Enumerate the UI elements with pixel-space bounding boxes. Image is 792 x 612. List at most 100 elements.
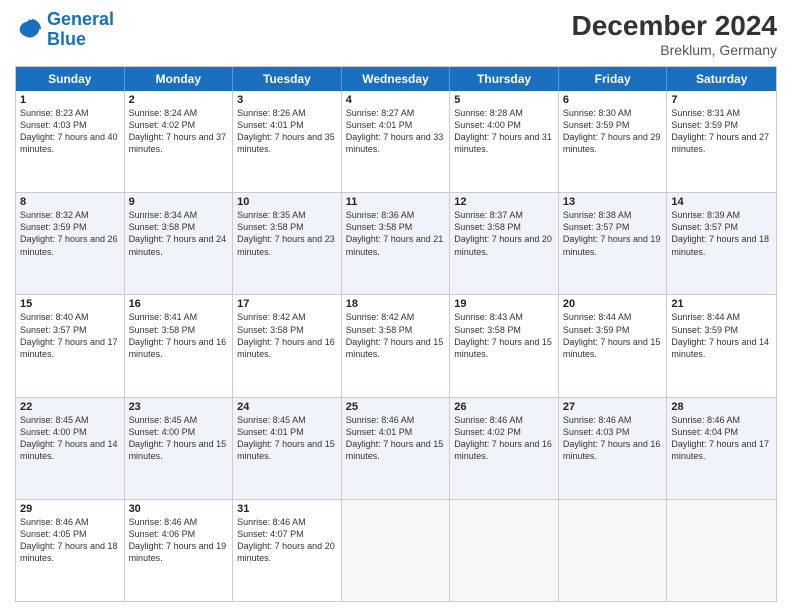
header-sunday: Sunday <box>16 67 125 91</box>
cell-1-tue: 3 Sunrise: 8:26 AM Sunset: 4:01 PM Dayli… <box>233 91 342 192</box>
cell-info: Sunrise: 8:23 AM Sunset: 4:03 PM Dayligh… <box>20 107 120 156</box>
day-num: 29 <box>20 503 120 515</box>
day-num: 10 <box>237 196 337 208</box>
cell-5-fri-empty <box>559 500 668 601</box>
header-saturday: Saturday <box>667 67 776 91</box>
cell-4-thu: 26 Sunrise: 8:46 AM Sunset: 4:02 PM Dayl… <box>450 398 559 499</box>
day-num: 5 <box>454 94 554 106</box>
cell-info: Sunrise: 8:38 AM Sunset: 3:57 PM Dayligh… <box>563 209 663 258</box>
cell-4-sat: 28 Sunrise: 8:46 AM Sunset: 4:04 PM Dayl… <box>667 398 776 499</box>
day-num: 4 <box>346 94 446 106</box>
day-num: 6 <box>563 94 663 106</box>
cell-5-sun: 29 Sunrise: 8:46 AM Sunset: 4:05 PM Dayl… <box>16 500 125 601</box>
cell-2-fri: 13 Sunrise: 8:38 AM Sunset: 3:57 PM Dayl… <box>559 193 668 294</box>
header-wednesday: Wednesday <box>342 67 451 91</box>
cell-3-wed: 18 Sunrise: 8:42 AM Sunset: 3:58 PM Dayl… <box>342 295 451 396</box>
cell-1-wed: 4 Sunrise: 8:27 AM Sunset: 4:01 PM Dayli… <box>342 91 451 192</box>
logo-line1: General <box>47 9 114 29</box>
cell-1-thu: 5 Sunrise: 8:28 AM Sunset: 4:00 PM Dayli… <box>450 91 559 192</box>
header-tuesday: Tuesday <box>233 67 342 91</box>
cell-3-mon: 16 Sunrise: 8:41 AM Sunset: 3:58 PM Dayl… <box>125 295 234 396</box>
day-num: 20 <box>563 298 663 310</box>
cell-4-tue: 24 Sunrise: 8:45 AM Sunset: 4:01 PM Dayl… <box>233 398 342 499</box>
cell-info: Sunrise: 8:42 AM Sunset: 3:58 PM Dayligh… <box>346 311 446 360</box>
calendar: Sunday Monday Tuesday Wednesday Thursday… <box>15 66 777 602</box>
day-num: 11 <box>346 196 446 208</box>
cell-3-fri: 20 Sunrise: 8:44 AM Sunset: 3:59 PM Dayl… <box>559 295 668 396</box>
cell-2-mon: 9 Sunrise: 8:34 AM Sunset: 3:58 PM Dayli… <box>125 193 234 294</box>
cell-info: Sunrise: 8:35 AM Sunset: 3:58 PM Dayligh… <box>237 209 337 258</box>
subtitle: Breklum, Germany <box>572 42 777 58</box>
day-num: 8 <box>20 196 120 208</box>
cell-info: Sunrise: 8:45 AM Sunset: 4:00 PM Dayligh… <box>129 414 229 463</box>
day-num: 25 <box>346 401 446 413</box>
cell-2-wed: 11 Sunrise: 8:36 AM Sunset: 3:58 PM Dayl… <box>342 193 451 294</box>
cell-info: Sunrise: 8:44 AM Sunset: 3:59 PM Dayligh… <box>563 311 663 360</box>
day-num: 15 <box>20 298 120 310</box>
cell-1-sat: 7 Sunrise: 8:31 AM Sunset: 3:59 PM Dayli… <box>667 91 776 192</box>
week-row-2: 8 Sunrise: 8:32 AM Sunset: 3:59 PM Dayli… <box>16 193 776 295</box>
cell-info: Sunrise: 8:27 AM Sunset: 4:01 PM Dayligh… <box>346 107 446 156</box>
cell-info: Sunrise: 8:28 AM Sunset: 4:00 PM Dayligh… <box>454 107 554 156</box>
day-num: 18 <box>346 298 446 310</box>
calendar-header: Sunday Monday Tuesday Wednesday Thursday… <box>16 67 776 91</box>
week-row-1: 1 Sunrise: 8:23 AM Sunset: 4:03 PM Dayli… <box>16 91 776 193</box>
cell-4-sun: 22 Sunrise: 8:45 AM Sunset: 4:00 PM Dayl… <box>16 398 125 499</box>
calendar-body: 1 Sunrise: 8:23 AM Sunset: 4:03 PM Dayli… <box>16 91 776 601</box>
cell-3-sat: 21 Sunrise: 8:44 AM Sunset: 3:59 PM Dayl… <box>667 295 776 396</box>
day-num: 3 <box>237 94 337 106</box>
cell-info: Sunrise: 8:32 AM Sunset: 3:59 PM Dayligh… <box>20 209 120 258</box>
cell-info: Sunrise: 8:36 AM Sunset: 3:58 PM Dayligh… <box>346 209 446 258</box>
cell-5-thu-empty <box>450 500 559 601</box>
day-num: 19 <box>454 298 554 310</box>
day-num: 24 <box>237 401 337 413</box>
day-num: 23 <box>129 401 229 413</box>
day-num: 1 <box>20 94 120 106</box>
cell-5-sat-empty <box>667 500 776 601</box>
day-num: 12 <box>454 196 554 208</box>
cell-info: Sunrise: 8:40 AM Sunset: 3:57 PM Dayligh… <box>20 311 120 360</box>
cell-1-fri: 6 Sunrise: 8:30 AM Sunset: 3:59 PM Dayli… <box>559 91 668 192</box>
page: General Blue December 2024 Breklum, Germ… <box>0 0 792 612</box>
cell-info: Sunrise: 8:31 AM Sunset: 3:59 PM Dayligh… <box>671 107 772 156</box>
logo: General Blue <box>15 10 114 50</box>
cell-info: Sunrise: 8:41 AM Sunset: 3:58 PM Dayligh… <box>129 311 229 360</box>
cell-info: Sunrise: 8:44 AM Sunset: 3:59 PM Dayligh… <box>671 311 772 360</box>
cell-info: Sunrise: 8:42 AM Sunset: 3:58 PM Dayligh… <box>237 311 337 360</box>
cell-info: Sunrise: 8:46 AM Sunset: 4:01 PM Dayligh… <box>346 414 446 463</box>
cell-info: Sunrise: 8:30 AM Sunset: 3:59 PM Dayligh… <box>563 107 663 156</box>
header-friday: Friday <box>559 67 668 91</box>
week-row-3: 15 Sunrise: 8:40 AM Sunset: 3:57 PM Dayl… <box>16 295 776 397</box>
logo-line2: Blue <box>47 29 86 49</box>
day-num: 21 <box>671 298 772 310</box>
day-num: 17 <box>237 298 337 310</box>
day-num: 30 <box>129 503 229 515</box>
cell-info: Sunrise: 8:46 AM Sunset: 4:07 PM Dayligh… <box>237 516 337 565</box>
header: General Blue December 2024 Breklum, Germ… <box>15 10 777 58</box>
cell-3-sun: 15 Sunrise: 8:40 AM Sunset: 3:57 PM Dayl… <box>16 295 125 396</box>
week-row-5: 29 Sunrise: 8:46 AM Sunset: 4:05 PM Dayl… <box>16 500 776 601</box>
cell-info: Sunrise: 8:34 AM Sunset: 3:58 PM Dayligh… <box>129 209 229 258</box>
cell-info: Sunrise: 8:46 AM Sunset: 4:05 PM Dayligh… <box>20 516 120 565</box>
cell-info: Sunrise: 8:46 AM Sunset: 4:06 PM Dayligh… <box>129 516 229 565</box>
cell-2-sat: 14 Sunrise: 8:39 AM Sunset: 3:57 PM Dayl… <box>667 193 776 294</box>
week-row-4: 22 Sunrise: 8:45 AM Sunset: 4:00 PM Dayl… <box>16 398 776 500</box>
day-num: 16 <box>129 298 229 310</box>
day-num: 13 <box>563 196 663 208</box>
cell-info: Sunrise: 8:26 AM Sunset: 4:01 PM Dayligh… <box>237 107 337 156</box>
cell-info: Sunrise: 8:46 AM Sunset: 4:03 PM Dayligh… <box>563 414 663 463</box>
title-block: December 2024 Breklum, Germany <box>572 10 777 58</box>
day-num: 31 <box>237 503 337 515</box>
cell-2-sun: 8 Sunrise: 8:32 AM Sunset: 3:59 PM Dayli… <box>16 193 125 294</box>
day-num: 7 <box>671 94 772 106</box>
day-num: 26 <box>454 401 554 413</box>
day-num: 22 <box>20 401 120 413</box>
cell-3-tue: 17 Sunrise: 8:42 AM Sunset: 3:58 PM Dayl… <box>233 295 342 396</box>
cell-info: Sunrise: 8:45 AM Sunset: 4:01 PM Dayligh… <box>237 414 337 463</box>
cell-info: Sunrise: 8:46 AM Sunset: 4:02 PM Dayligh… <box>454 414 554 463</box>
cell-4-wed: 25 Sunrise: 8:46 AM Sunset: 4:01 PM Dayl… <box>342 398 451 499</box>
cell-4-fri: 27 Sunrise: 8:46 AM Sunset: 4:03 PM Dayl… <box>559 398 668 499</box>
cell-3-thu: 19 Sunrise: 8:43 AM Sunset: 3:58 PM Dayl… <box>450 295 559 396</box>
logo-text: General Blue <box>47 10 114 50</box>
cell-info: Sunrise: 8:37 AM Sunset: 3:58 PM Dayligh… <box>454 209 554 258</box>
